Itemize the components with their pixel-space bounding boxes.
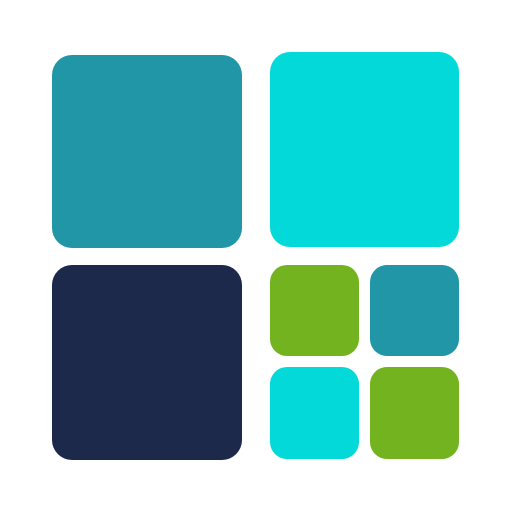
tile-small-4 — [370, 367, 459, 459]
tile-large-bottom-left — [52, 265, 242, 460]
tile-large-top-left — [52, 55, 242, 248]
tile-grid-logo-icon — [0, 0, 512, 512]
tile-small-2 — [370, 265, 459, 356]
tile-large-top-right — [270, 52, 459, 247]
tile-small-1 — [270, 265, 359, 356]
tile-small-3 — [270, 367, 359, 459]
